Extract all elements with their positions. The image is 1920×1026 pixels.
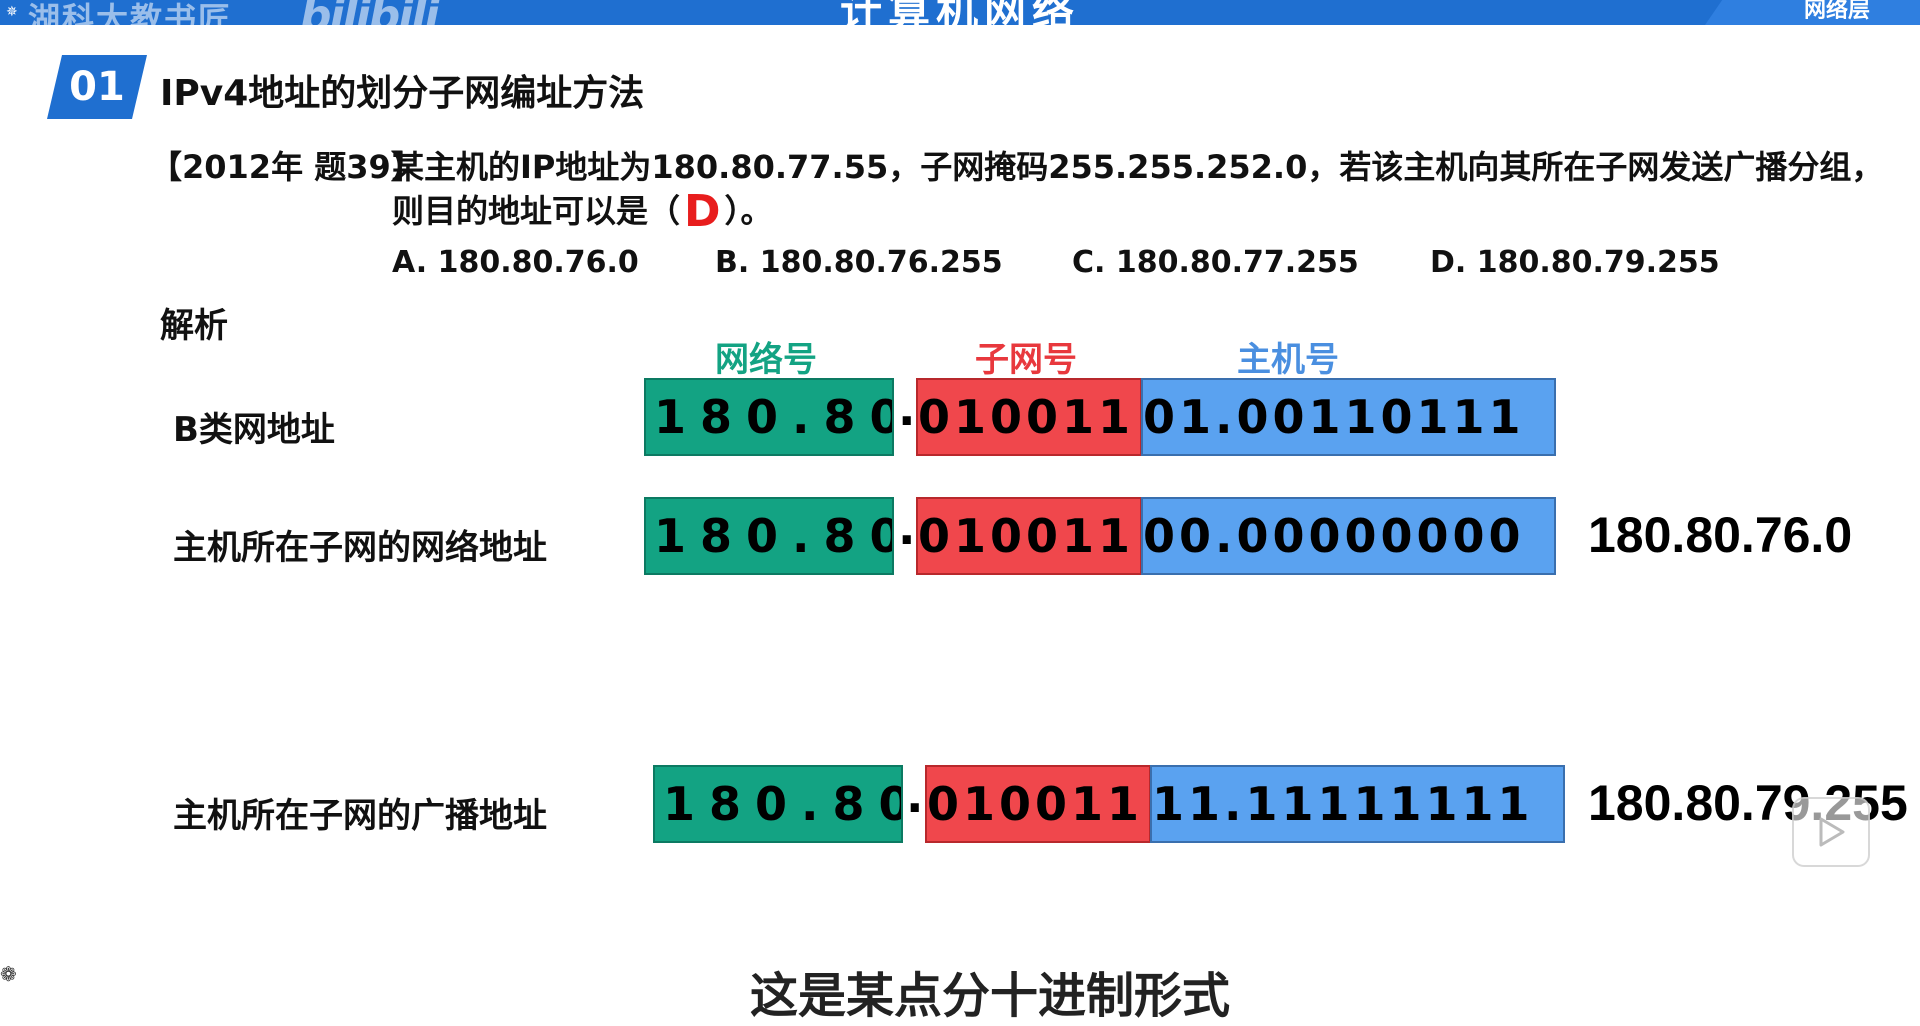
row2-subnet-segment: 010011 bbox=[916, 497, 1142, 575]
legend-network: 网络号 bbox=[715, 340, 817, 380]
option-c: C. 180.80.77.255 bbox=[1072, 245, 1359, 280]
legend-host: 主机号 bbox=[1237, 340, 1339, 380]
row-label-class-b: B类网地址 bbox=[173, 410, 335, 450]
answer-letter: D bbox=[684, 186, 721, 237]
row-label-subnet-address: 主机所在子网的网络地址 bbox=[173, 528, 547, 568]
question-text-line1: 某主机的IP地址为180.80.77.55，子网掩码255.255.252.0，… bbox=[392, 148, 1884, 186]
row3-host-segment: 11.11111111 bbox=[1150, 765, 1565, 843]
chapter-label: 网络层 bbox=[1803, 0, 1870, 23]
play-icon bbox=[1819, 817, 1845, 847]
row2-dot: . bbox=[898, 501, 916, 555]
question-text-line2: 则目的地址可以是（D）。 bbox=[392, 186, 773, 237]
row-label-broadcast-address: 主机所在子网的广播地址 bbox=[173, 796, 547, 836]
row2-network-segment: 180.80 bbox=[644, 497, 894, 575]
option-d: D. 180.80.79.255 bbox=[1430, 245, 1720, 280]
option-b: B. 180.80.76.255 bbox=[715, 245, 1003, 280]
video-subtitle: 这是某点分十进制形式 bbox=[750, 968, 1231, 1024]
row3-subnet-segment: 010011 bbox=[925, 765, 1151, 843]
row3-dot: . bbox=[906, 769, 924, 823]
section-number-badge: 01 bbox=[47, 55, 147, 119]
analysis-label: 解析 bbox=[160, 306, 228, 346]
course-title: 计算机网络 bbox=[839, 0, 1080, 36]
row1-network-segment: 180.80 bbox=[644, 378, 894, 456]
row1-dot: . bbox=[898, 382, 916, 436]
row3-network-segment: 180.80 bbox=[653, 765, 903, 843]
legend-subnet: 子网号 bbox=[975, 340, 1077, 380]
play-button[interactable] bbox=[1792, 797, 1870, 867]
option-a: A. 180.80.76.0 bbox=[392, 245, 639, 280]
question-text-after: ）。 bbox=[724, 192, 773, 230]
row1-host-segment: 01.00110111 bbox=[1141, 378, 1556, 456]
row1-subnet-segment: 010011 bbox=[916, 378, 1142, 456]
row2-host-segment: 00.00000000 bbox=[1141, 497, 1556, 575]
section-title: IPv4地址的划分子网编址方法 bbox=[160, 73, 645, 114]
question-tag: 【2012年 题39】 bbox=[150, 148, 423, 186]
question-text-before: 则目的地址可以是（ bbox=[392, 192, 681, 230]
top-header-bar: ✵ 湖科大教书匠 bilibili 计算机网络 网络层 bbox=[0, 0, 1920, 41]
subnet-address-result: 180.80.76.0 bbox=[1588, 507, 1853, 563]
university-logo-icon: ❁ bbox=[0, 962, 17, 986]
